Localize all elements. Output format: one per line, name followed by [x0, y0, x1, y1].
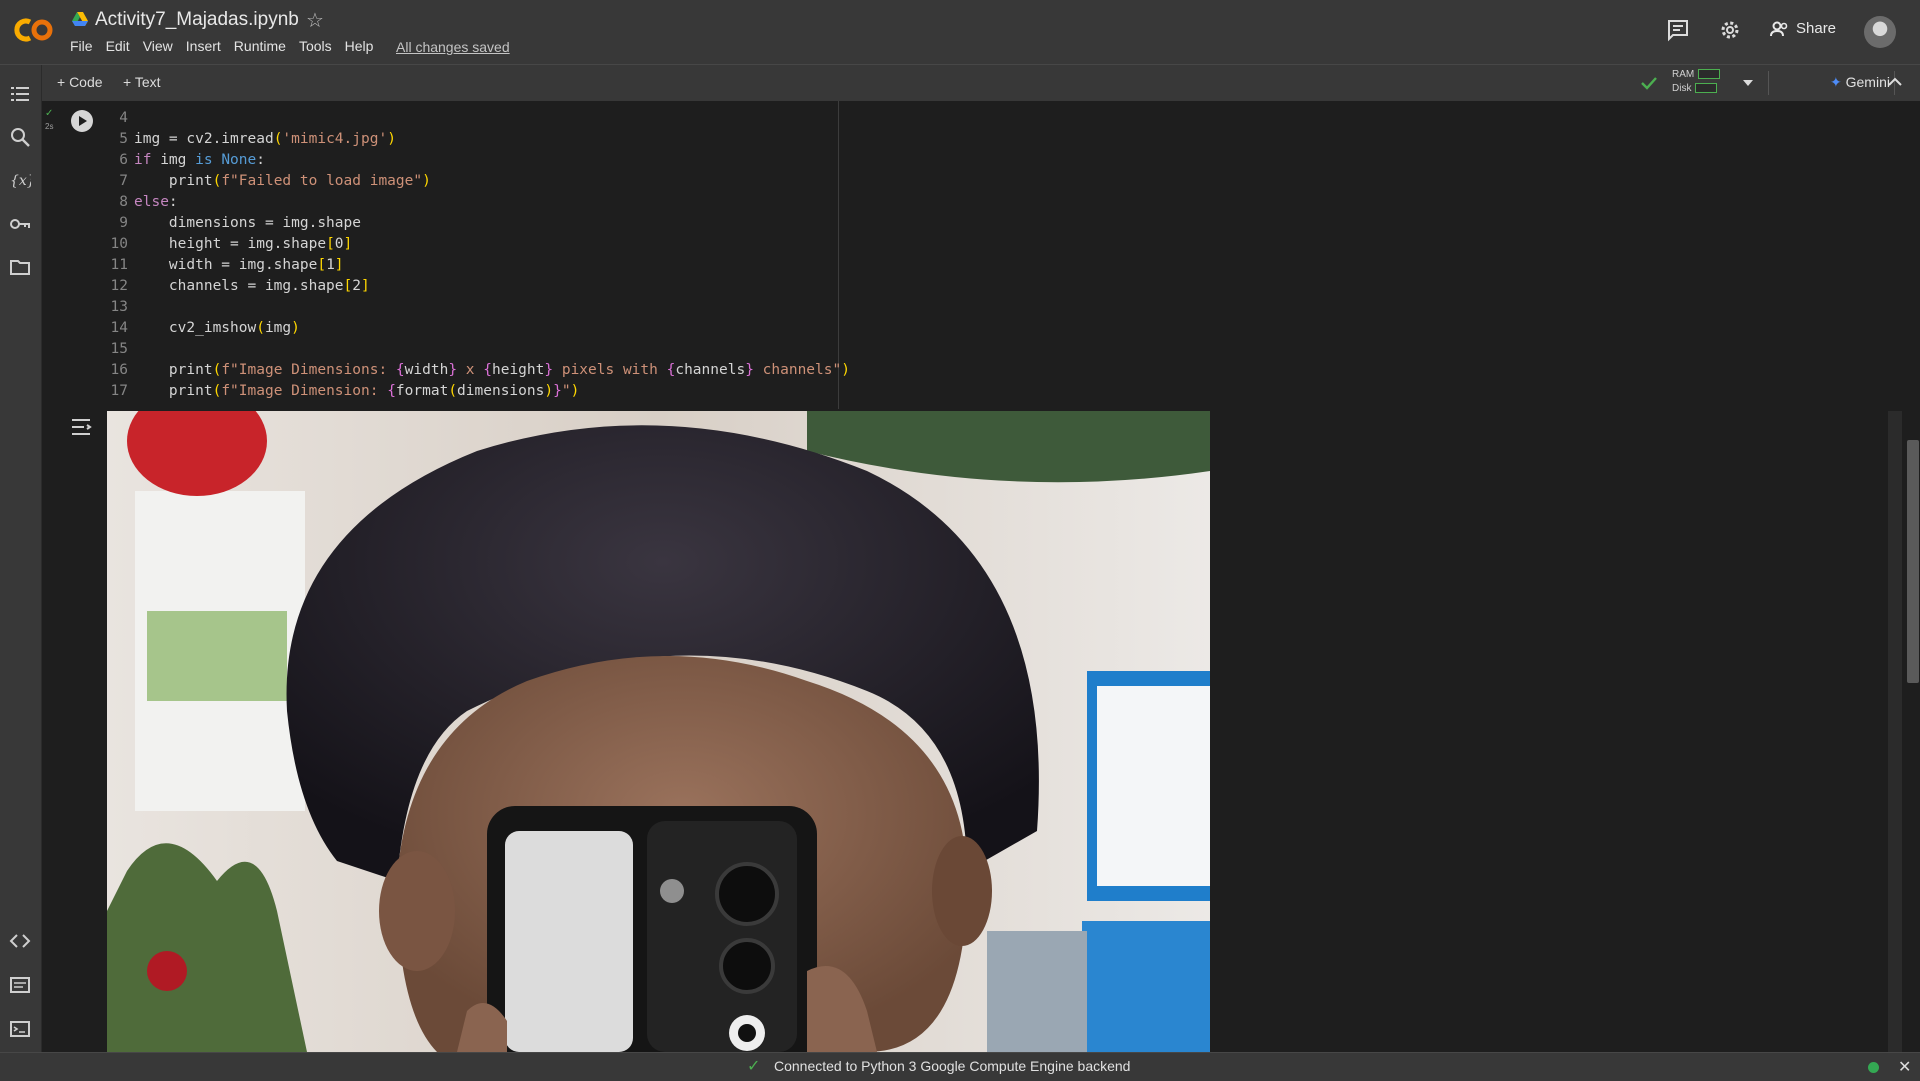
- user-avatar[interactable]: [1864, 16, 1896, 48]
- gemini-label: Gemini: [1845, 74, 1890, 90]
- code-line: 14 cv2_imshow(img): [110, 320, 300, 336]
- chevron-down-icon[interactable]: [1742, 79, 1754, 87]
- code-line: 6 if img is None:: [119, 152, 265, 168]
- add-text-cell-button[interactable]: + Text: [123, 74, 161, 90]
- resource-monitor[interactable]: RAM Disk: [1672, 68, 1721, 96]
- gemini-button[interactable]: ✦ Gemini: [1830, 74, 1890, 91]
- code-line: 15: [110, 341, 128, 357]
- disk-meter: [1695, 83, 1718, 94]
- top-header: Activity7_Majadas.ipynb ☆ File Edit View…: [0, 0, 1920, 65]
- svg-text:{x}: {x}: [10, 173, 31, 189]
- status-check-icon: ✓: [747, 1058, 761, 1075]
- output-scrollbar[interactable]: [1888, 411, 1902, 1052]
- close-icon[interactable]: ✕: [1898, 1057, 1911, 1077]
- code-line: 9 dimensions = img.shape: [119, 215, 361, 231]
- menu-bar: File Edit View Insert Runtime Tools Help: [70, 38, 386, 54]
- disk-label: Disk: [1672, 83, 1692, 94]
- save-status-link[interactable]: All changes saved: [396, 39, 510, 55]
- menu-file[interactable]: File: [70, 38, 93, 54]
- notebook-toolbar: + Code + Text RAM Disk ✦ Gemini: [42, 65, 1920, 102]
- execution-check-icon: ✓: [45, 108, 54, 119]
- code-line: 13: [110, 299, 128, 315]
- ram-meter: [1698, 69, 1721, 80]
- runtime-status-indicator[interactable]: [1868, 1062, 1879, 1073]
- settings-gear-icon[interactable]: [1718, 18, 1742, 42]
- page-scrollbar-thumb[interactable]: [1907, 440, 1919, 683]
- gemini-sparkle-icon: ✦: [1830, 74, 1842, 90]
- code-line: 17 print(f"Image Dimension: {format(dime…: [110, 383, 580, 399]
- menu-insert[interactable]: Insert: [186, 38, 221, 54]
- output-image: [107, 411, 1210, 1052]
- menu-help[interactable]: Help: [345, 38, 374, 54]
- search-icon[interactable]: [9, 126, 31, 148]
- variables-icon[interactable]: {x}: [9, 169, 31, 191]
- code-line: 7 print(f"Failed to load image"): [119, 173, 431, 189]
- add-code-cell-button[interactable]: + Code: [57, 74, 103, 90]
- status-message: Connected to Python 3 Google Compute Eng…: [774, 1058, 1131, 1074]
- left-sidebar: {x}: [0, 65, 42, 1052]
- menu-view[interactable]: View: [143, 38, 173, 54]
- code-line: 5 img = cv2.imread('mimic4.jpg'): [119, 131, 396, 147]
- notebook-title[interactable]: Activity7_Majadas.ipynb: [95, 9, 299, 31]
- chevron-up-icon[interactable]: [1888, 77, 1902, 87]
- files-folder-icon[interactable]: [9, 256, 31, 278]
- status-bar: ✓ Connected to Python 3 Google Compute E…: [0, 1052, 1920, 1081]
- code-line: 12 channels = img.shape[2]: [110, 278, 370, 294]
- terminal-icon[interactable]: [9, 1018, 31, 1040]
- ram-label: RAM: [1672, 69, 1695, 80]
- share-label: Share: [1796, 20, 1837, 37]
- table-of-contents-icon[interactable]: [9, 83, 31, 105]
- connected-check-icon: [1641, 77, 1657, 90]
- menu-tools[interactable]: Tools: [299, 38, 332, 54]
- command-palette-icon[interactable]: [9, 974, 31, 996]
- code-line: 8 else:: [119, 194, 178, 210]
- output-actions-icon[interactable]: [70, 416, 94, 438]
- menu-runtime[interactable]: Runtime: [234, 38, 286, 54]
- comments-icon[interactable]: [1666, 18, 1690, 42]
- star-icon[interactable]: ☆: [306, 8, 324, 33]
- code-line: 11 width = img.shape[1]: [110, 257, 344, 273]
- run-cell-button[interactable]: [71, 110, 93, 132]
- secrets-key-icon[interactable]: [9, 213, 31, 235]
- code-line: 10 height = img.shape[0]: [110, 236, 353, 252]
- colab-logo-icon[interactable]: [14, 16, 56, 44]
- share-button[interactable]: Share: [1770, 20, 1836, 37]
- code-editor[interactable]: 4 5 img = cv2.imread('mimic4.jpg') 6 if im…: [100, 108, 850, 402]
- people-icon: [1770, 21, 1788, 36]
- code-line: 4: [119, 110, 128, 126]
- cell-gutter: [42, 101, 62, 409]
- execution-time: 2s: [45, 122, 54, 131]
- google-drive-icon: [72, 12, 88, 26]
- code-snippets-icon[interactable]: [9, 930, 31, 952]
- code-line: 16 print(f"Image Dimensions: {width} x {…: [110, 362, 850, 378]
- menu-edit[interactable]: Edit: [106, 38, 130, 54]
